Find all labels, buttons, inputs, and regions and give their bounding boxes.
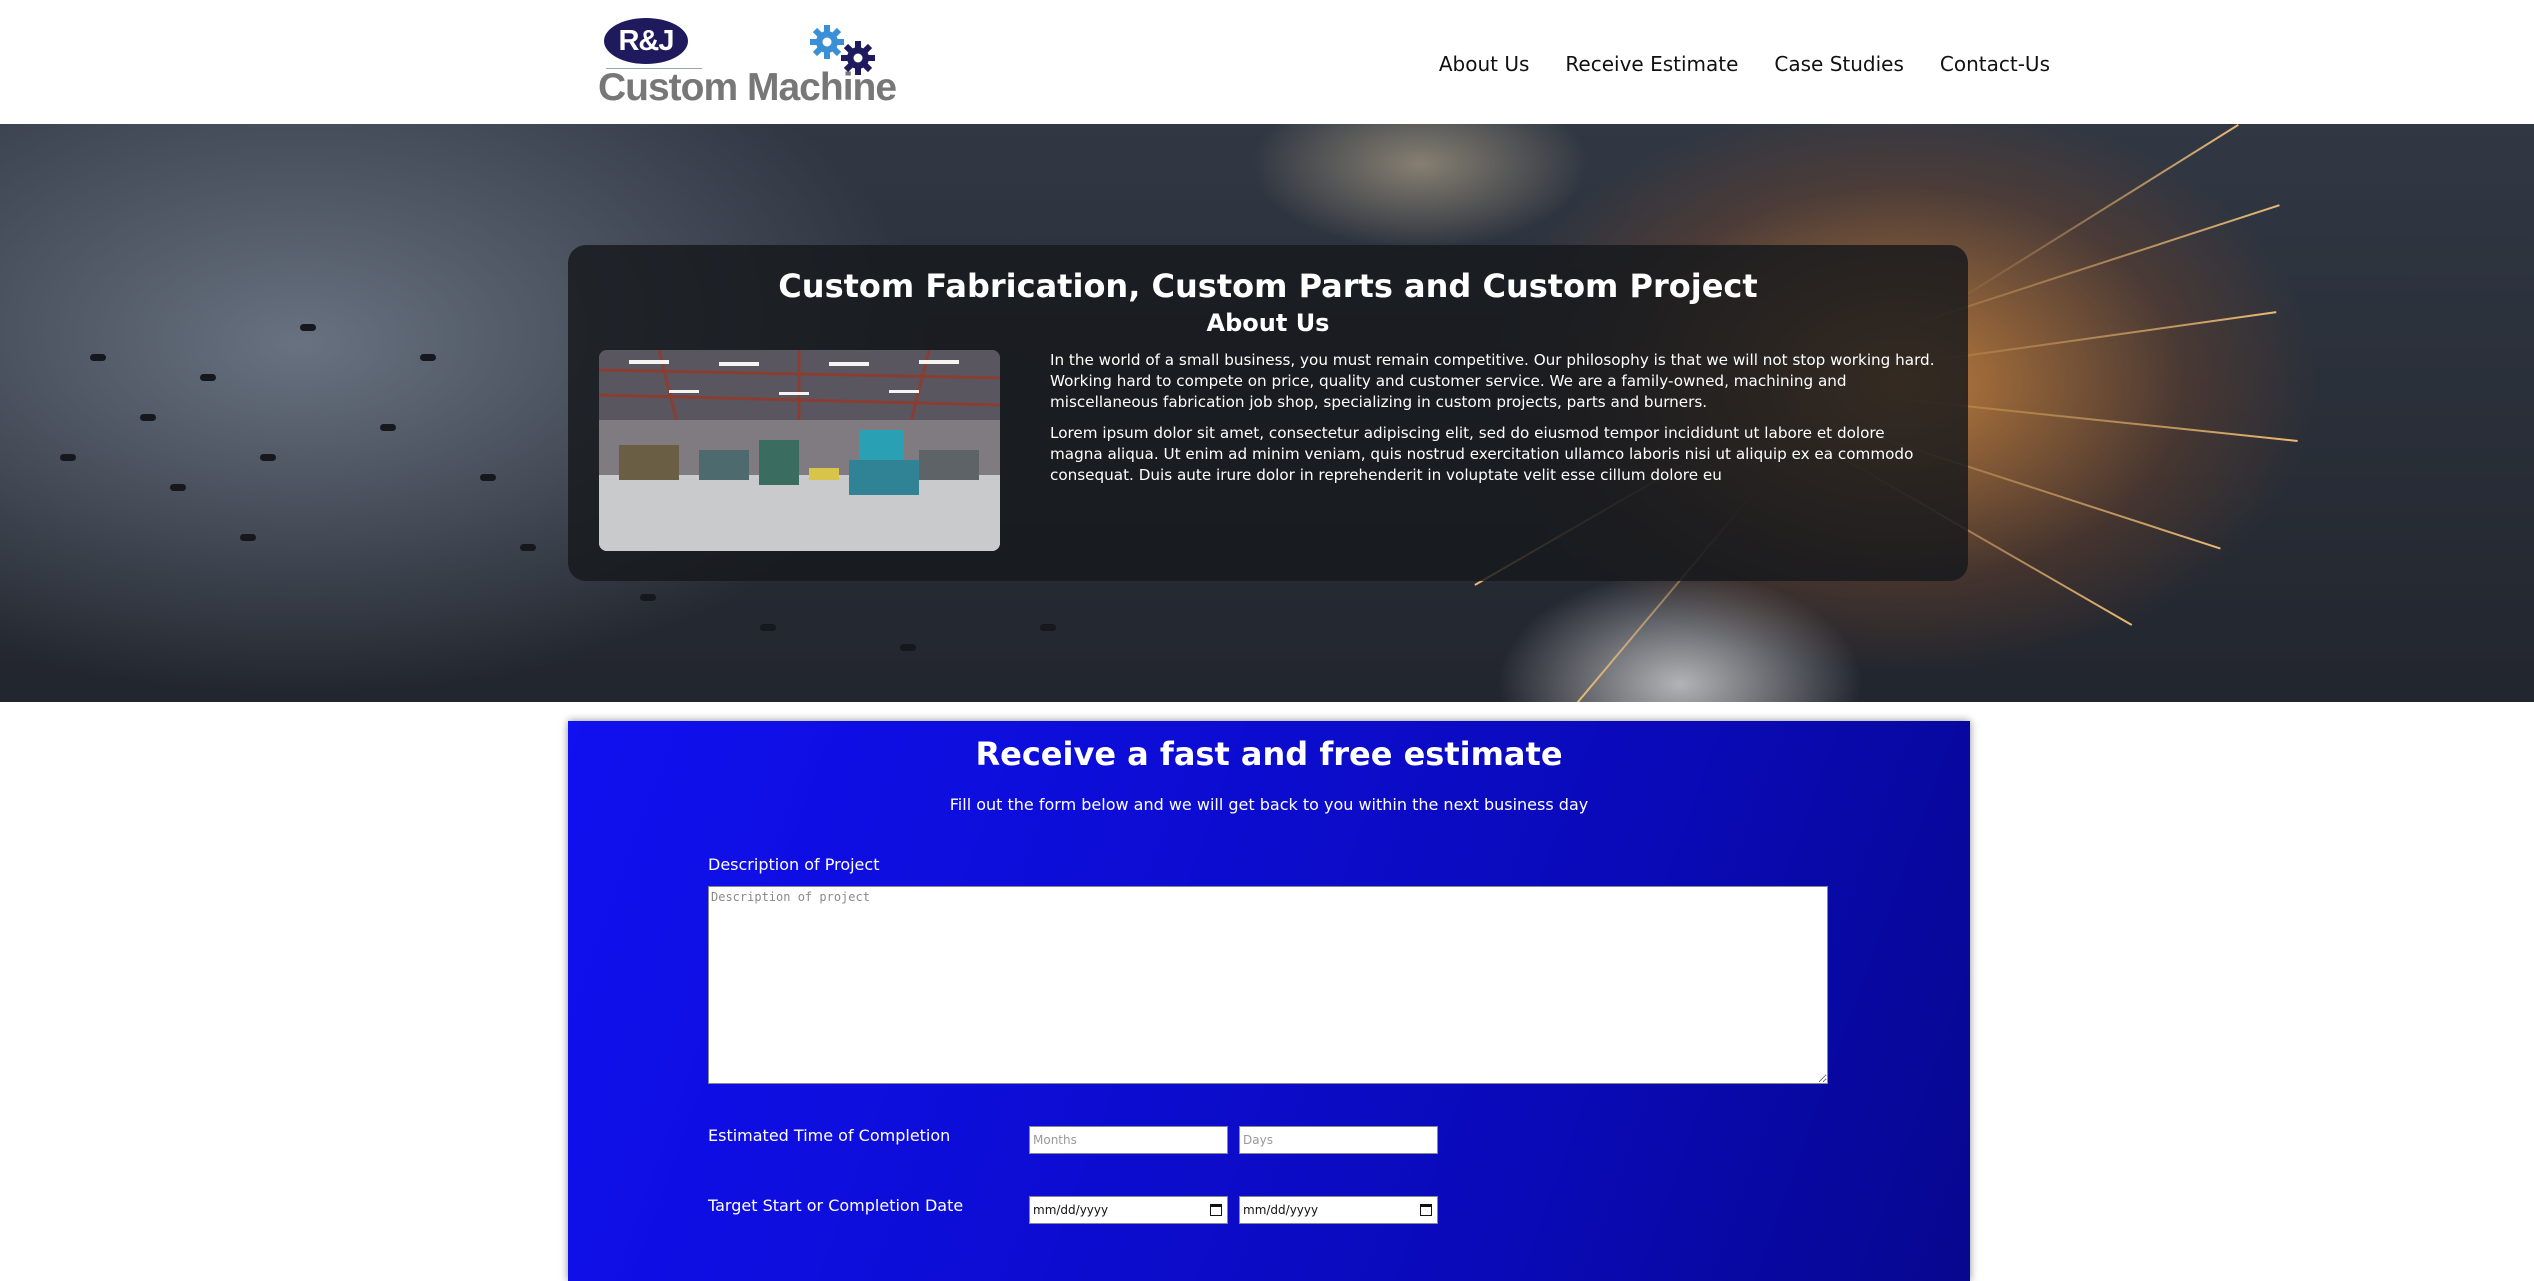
start-date-input[interactable]: mm/dd/yyyy [1029,1196,1228,1224]
about-us-heading: About Us [1206,309,1330,337]
about-paragraph: In the world of a small business, you mu… [1050,351,1935,411]
hero-title: Custom Fabrication, Custom Parts and Cus… [778,267,1758,305]
completion-date-input[interactable]: mm/dd/yyyy [1239,1196,1438,1224]
about-paragraph: Lorem ipsum dolor sit amet, consectetur … [1050,424,1914,484]
nav-menu: About Us Receive Estimate Case Studies C… [1439,52,2050,76]
months-input[interactable] [1029,1126,1228,1154]
top-navbar: R&J Custom Machine About Us Receive Esti… [0,0,2534,124]
estimate-form-section: Receive a fast and free estimate Fill ou… [568,721,1970,1281]
about-text: In the world of a small business, you mu… [1050,350,1936,496]
completion-time-label: Estimated Time of Completion [708,1126,951,1145]
gear-icon [841,41,875,75]
about-card: Custom Fabrication, Custom Parts and Cus… [568,245,1968,581]
completion-date-value: mm/dd/yyyy [1243,1203,1319,1217]
nav-link-contact-us[interactable]: Contact-Us [1940,52,2050,76]
description-label: Description of Project [708,855,880,874]
start-date-value: mm/dd/yyyy [1033,1203,1109,1217]
workshop-photo [599,350,1000,551]
calendar-icon[interactable] [1210,1204,1222,1216]
workshop-photo-illustration [599,350,1000,551]
nav-link-case-studies[interactable]: Case Studies [1774,52,1904,76]
company-logo[interactable]: R&J Custom Machine [596,14,897,114]
days-input[interactable] [1239,1126,1438,1154]
logo-badge: R&J [604,18,688,64]
nav-link-about-us[interactable]: About Us [1439,52,1530,76]
calendar-icon[interactable] [1420,1204,1432,1216]
description-textarea[interactable] [708,886,1828,1084]
estimate-title: Receive a fast and free estimate [975,735,1563,773]
target-date-label: Target Start or Completion Date [708,1196,964,1215]
hero-banner: Custom Fabrication, Custom Parts and Cus… [0,124,2534,702]
estimate-subtitle: Fill out the form below and we will get … [949,795,1589,814]
nav-link-receive-estimate[interactable]: Receive Estimate [1565,52,1738,76]
